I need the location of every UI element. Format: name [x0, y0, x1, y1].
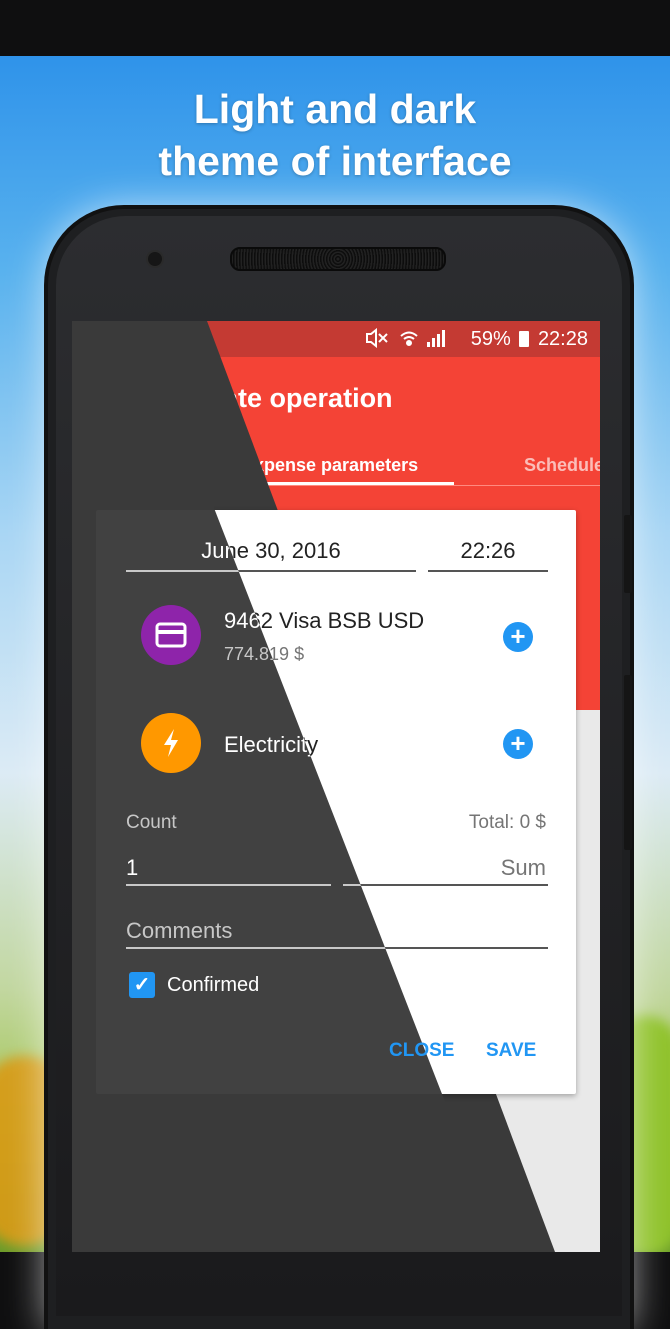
- signal-icon: [427, 330, 446, 347]
- promo-headline-line2: theme of interface: [158, 138, 512, 184]
- total-label: Total: 0 $: [468, 812, 546, 833]
- count-underline: [126, 884, 331, 886]
- credit-card-icon: [141, 605, 201, 665]
- sum-input[interactable]: Sum: [501, 855, 546, 881]
- sum-underline: [343, 884, 548, 886]
- battery-icon: [519, 331, 530, 347]
- save-button[interactable]: SAVE: [486, 1040, 536, 1062]
- add-account-button[interactable]: +: [503, 622, 533, 652]
- count-input[interactable]: 1: [126, 855, 138, 881]
- time-field[interactable]: 22:26: [428, 538, 548, 564]
- time-underline: [428, 570, 548, 572]
- confirmed-label: Confirmed: [167, 974, 260, 996]
- add-category-button[interactable]: +: [503, 729, 533, 759]
- promo-headline-line1: Light and dark: [193, 86, 477, 132]
- phone-speaker: [230, 247, 446, 271]
- battery-percent: 59%: [470, 328, 511, 350]
- mute-icon: [366, 327, 388, 349]
- confirmed-checkbox[interactable]: ✓: [129, 972, 155, 998]
- lightning-icon: [141, 713, 201, 773]
- phone-power-button: [624, 515, 632, 593]
- phone-volume-button: [624, 675, 632, 850]
- phone-camera: [146, 250, 164, 268]
- tab-expense-parameters[interactable]: Expense parameters: [242, 455, 418, 476]
- wifi-icon: [400, 331, 418, 346]
- count-label: Count: [126, 812, 177, 833]
- tab-schedule[interactable]: Schedule: [524, 455, 600, 476]
- status-time: 22:28: [537, 328, 588, 350]
- status-icons: [366, 327, 446, 349]
- phone-screen: 59% 22:28 Create operation Expense param…: [72, 321, 600, 1252]
- comments-input[interactable]: Comments: [126, 918, 232, 944]
